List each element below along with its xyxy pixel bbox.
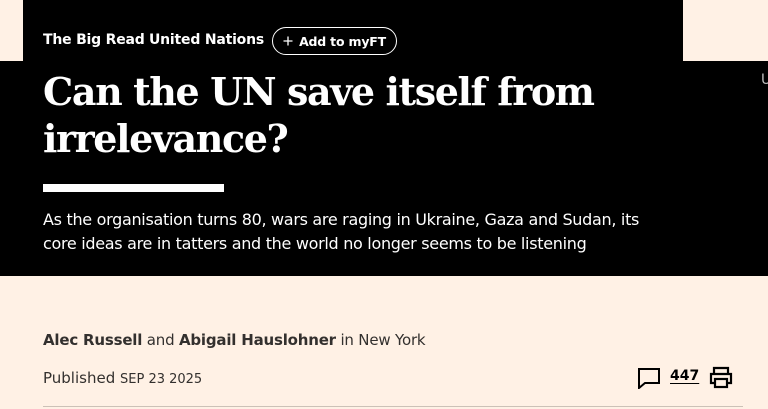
add-to-myft-button[interactable]: Add to myFT: [272, 27, 397, 55]
plus-icon: [283, 36, 293, 46]
add-to-myft-label: Add to myFT: [299, 33, 386, 49]
print-icon[interactable]: [708, 366, 734, 394]
published-label: Published: [43, 369, 116, 387]
article-headline: Can the UN save itself from irrelevance?: [43, 69, 595, 161]
comment-icon[interactable]: [637, 367, 661, 393]
byline: Alec Russell and Abigail Hauslohner in N…: [43, 331, 426, 349]
author-link-alec-russell[interactable]: Alec Russell: [43, 331, 142, 349]
offscreen-element-edge: U: [761, 72, 768, 88]
topic-link-united-nations[interactable]: United Nations: [149, 32, 264, 48]
topic-link-big-read[interactable]: The Big Read: [43, 32, 145, 48]
byline-location: in New York: [340, 331, 426, 349]
byline-joiner: and: [146, 331, 175, 349]
author-link-abigail-hauslohner[interactable]: Abigail Hauslohner: [179, 331, 336, 349]
published-info: Published SEP 23 2025: [43, 369, 202, 387]
published-date: SEP 23 2025: [120, 372, 203, 387]
comment-count-link[interactable]: 447: [670, 368, 699, 384]
article-standfirst: As the organisation turns 80, wars are r…: [43, 210, 640, 253]
headline-rule: [43, 184, 224, 192]
section-divider: [43, 406, 743, 407]
